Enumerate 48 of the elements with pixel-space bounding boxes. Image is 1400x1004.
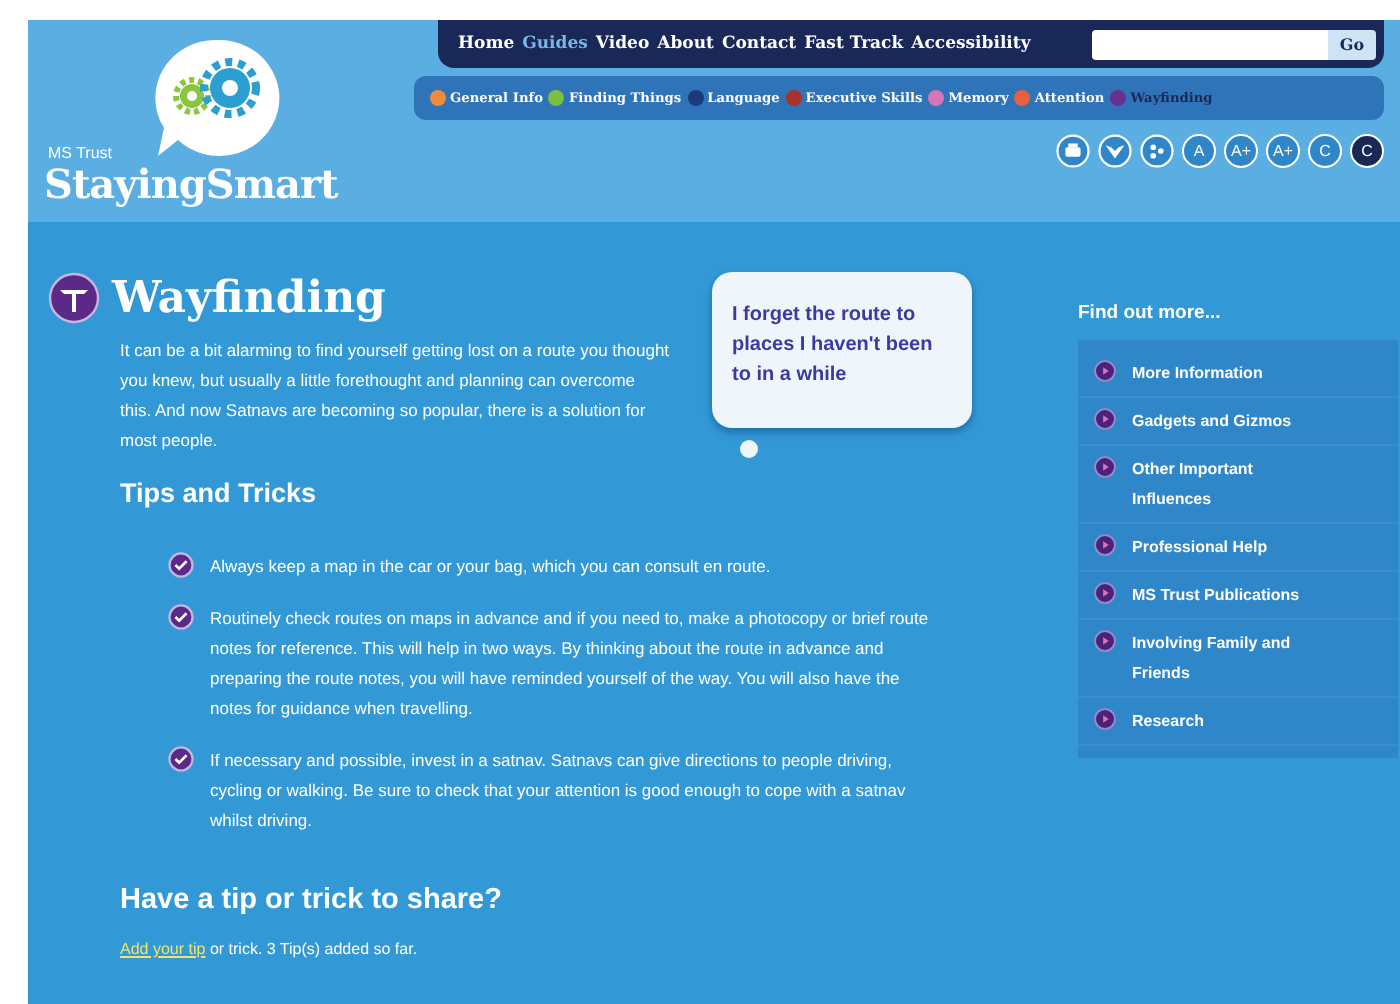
play-icon bbox=[1094, 534, 1116, 556]
funnel-icon[interactable] bbox=[1098, 134, 1132, 168]
sidebar-link[interactable]: Gadgets and Gizmos bbox=[1132, 406, 1322, 436]
text-size-button[interactable]: C bbox=[1308, 134, 1342, 168]
sidebar-link[interactable]: Involving Family and Friends bbox=[1132, 628, 1322, 688]
bubble-dot bbox=[740, 440, 758, 458]
sidebar-link[interactable]: More Information bbox=[1132, 358, 1322, 388]
tip-count-text: or trick. 3 Tip(s) added so far. bbox=[209, 940, 418, 958]
nav-link[interactable]: Guides bbox=[522, 34, 588, 54]
logo-subtitle: MS Trust bbox=[48, 144, 113, 162]
tip-text: If necessary and possible, invest in a satnav. Satnavs can give directions to people driving, cycling or walking. Be sure to check that your attention is good enough to cope with a satnav whilst driving. bbox=[210, 748, 908, 834]
nav-link[interactable]: Contact bbox=[721, 34, 797, 54]
text-size-button[interactable]: A bbox=[1182, 134, 1216, 168]
intro-paragraph: It can be a bit alarming to find yourself getting lost on a route you thought you knew, but usually a little forethought and planning can overcome this. And now Satnavs are becoming so popular, there is a solution for most people. bbox=[120, 338, 670, 454]
section-heading: Tips and Tricks bbox=[120, 478, 319, 508]
sidebar-link[interactable]: Other Important Influences bbox=[1132, 454, 1322, 514]
play-icon bbox=[1094, 360, 1116, 382]
section-heading: Have a tip or trick to share? bbox=[120, 884, 504, 916]
tip-text: Always keep a map in the car or your bag, which you can consult en route. bbox=[210, 554, 773, 580]
printer-icon[interactable] bbox=[1056, 134, 1090, 168]
play-icon bbox=[1094, 408, 1116, 430]
play-icon bbox=[1094, 456, 1116, 478]
check-icon bbox=[168, 604, 194, 630]
page-title: Wayfinding bbox=[112, 272, 386, 324]
signpost-icon bbox=[48, 272, 100, 324]
nav-link[interactable]: About bbox=[657, 34, 714, 54]
play-icon bbox=[1094, 582, 1116, 604]
sidebar-heading: Find out more... bbox=[1078, 302, 1223, 324]
sidebar-link[interactable]: Professional Help bbox=[1132, 532, 1322, 562]
sidebar-link[interactable]: MS Trust Publications bbox=[1132, 580, 1322, 610]
check-icon bbox=[168, 746, 194, 772]
dots-icon[interactable] bbox=[1140, 134, 1174, 168]
quote-bubble: I forget the route to places I haven't been to in a while bbox=[712, 272, 972, 428]
play-icon bbox=[1094, 708, 1116, 730]
tip-text: Routinely check routes on maps in advance and if you need to, make a photocopy or brief route notes for reference. This will help in two ways. By thinking about the route in advance and preparing the route notes, you will have reminded yourself of the way. You will also have the notes for guidance when travelling. bbox=[210, 606, 930, 722]
nav-link[interactable]: Accessibility bbox=[911, 34, 1031, 54]
play-icon bbox=[1094, 630, 1116, 652]
logo-text[interactable]: StayingSmart bbox=[44, 160, 338, 208]
text-size-button[interactable]: A+ bbox=[1224, 134, 1258, 168]
text-size-button[interactable]: A+ bbox=[1266, 134, 1300, 168]
check-icon bbox=[168, 552, 194, 578]
search-field[interactable] bbox=[1092, 29, 1328, 59]
nav-link[interactable]: Fast Track bbox=[804, 34, 904, 54]
text-size-button[interactable]: C bbox=[1350, 134, 1384, 168]
nav-link[interactable]: Video bbox=[595, 34, 650, 54]
nav-link[interactable]: Home bbox=[458, 34, 515, 54]
sidebar-link[interactable]: Research bbox=[1132, 706, 1322, 736]
go-button[interactable]: Go bbox=[1328, 29, 1376, 59]
